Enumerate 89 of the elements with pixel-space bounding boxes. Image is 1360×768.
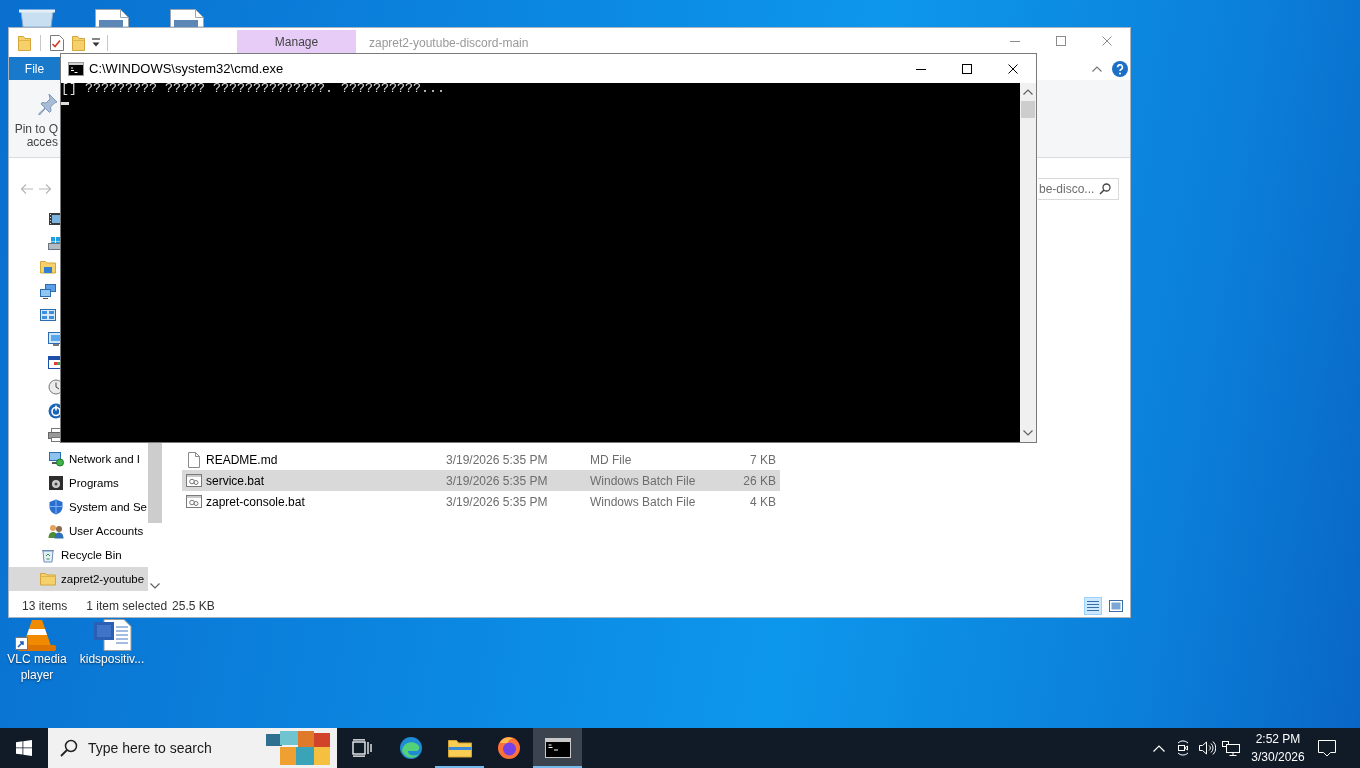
file-name: service.bat bbox=[206, 473, 266, 488]
swirl-icon bbox=[398, 736, 423, 760]
document-icon bbox=[186, 451, 202, 468]
close-icon bbox=[1102, 35, 1112, 46]
scrollbar[interactable] bbox=[1020, 83, 1036, 442]
rings-window-icon bbox=[186, 472, 202, 489]
desktop-icon-label[interactable]: kidspositiv... bbox=[77, 651, 147, 667]
folder-icon bbox=[40, 259, 56, 275]
manage-tab[interactable]: Manage bbox=[237, 30, 356, 53]
nav-item[interactable]: zapret2-youtube bbox=[9, 567, 148, 591]
terminal-icon bbox=[68, 61, 84, 76]
traffic-cone-icon[interactable] bbox=[15, 619, 59, 651]
help-icon[interactable] bbox=[1112, 60, 1128, 77]
window-title: zapret2-youtube-discord-main bbox=[369, 35, 529, 50]
file-date: 3/19/2026 5:35 PM bbox=[446, 473, 549, 488]
clock-time[interactable]: 2:52 PM bbox=[1255, 730, 1301, 748]
file-name: README.md bbox=[206, 452, 279, 467]
window-title: C:\WINDOWS\system32\cmd.exe bbox=[89, 61, 284, 76]
computers-icon bbox=[40, 283, 56, 299]
document-icon[interactable] bbox=[92, 619, 132, 651]
file-date: 3/19/2026 5:35 PM bbox=[446, 494, 549, 509]
maximize-icon bbox=[962, 63, 972, 74]
scrollbar-thumb[interactable] bbox=[1021, 101, 1035, 118]
search-icon bbox=[60, 739, 78, 757]
maximize-icon bbox=[1056, 35, 1066, 46]
camera-icon[interactable] bbox=[1175, 740, 1191, 756]
monitor-icon[interactable] bbox=[1222, 740, 1240, 756]
console-line: [] ????????? ????? ??????????????. ??????????... bbox=[61, 83, 445, 95]
pin-button[interactable]: Pin to Q acces bbox=[12, 80, 58, 149]
pushpin-icon bbox=[36, 93, 58, 115]
file-type: Windows Batch File bbox=[590, 494, 697, 509]
users-icon bbox=[48, 523, 64, 539]
disc-box-icon bbox=[48, 475, 64, 491]
file-type: Windows Batch File bbox=[590, 473, 697, 488]
file-size: 26 KB bbox=[742, 473, 776, 488]
file-size: 4 KB bbox=[749, 494, 776, 509]
file-type: MD File bbox=[590, 452, 633, 467]
speaker-icon[interactable] bbox=[1198, 740, 1216, 756]
nav-item[interactable]: Network and I bbox=[9, 447, 148, 471]
nav-item[interactable]: User Accounts bbox=[9, 519, 148, 543]
item-count: 13 items bbox=[22, 599, 68, 613]
search-field[interactable]: be-disco... bbox=[1038, 182, 1099, 196]
close-icon bbox=[1008, 63, 1018, 74]
monitor-globe-icon bbox=[48, 451, 64, 467]
selection-count: 1 item selected bbox=[86, 599, 168, 613]
dropdown-icon[interactable] bbox=[92, 37, 100, 48]
file-row[interactable]: README.md 3/19/2026 5:35 PM MD File 7 KB bbox=[182, 449, 780, 470]
task-view-icon bbox=[351, 739, 372, 757]
chevron-down-icon[interactable] bbox=[1023, 430, 1033, 436]
folder-icon bbox=[40, 571, 56, 587]
file-size: 7 KB bbox=[749, 452, 776, 467]
document-icon[interactable] bbox=[170, 9, 204, 27]
nav-item[interactable]: Recycle Bin bbox=[9, 543, 148, 567]
document-check-icon[interactable] bbox=[50, 34, 64, 51]
recycle-bin-icon[interactable] bbox=[18, 8, 56, 27]
scrollbar-thumb[interactable] bbox=[148, 443, 162, 523]
speech-bubble-icon[interactable] bbox=[1318, 739, 1336, 757]
file-date: 3/19/2026 5:35 PM bbox=[446, 452, 549, 467]
search-box[interactable]: Type here to search bbox=[48, 728, 337, 768]
chevron-down-icon[interactable] bbox=[150, 583, 160, 589]
folder-icon bbox=[447, 738, 472, 758]
file-tab[interactable]: File bbox=[9, 57, 60, 80]
search-field[interactable]: Type here to search bbox=[88, 740, 238, 756]
panel-grid-icon bbox=[40, 307, 56, 323]
drive-icon bbox=[48, 235, 60, 251]
file-name: zapret-console.bat bbox=[206, 494, 306, 509]
file-row[interactable]: zapret-console.bat 3/19/2026 5:35 PM Windows Batch File 4 KB bbox=[182, 491, 780, 512]
shield-icon bbox=[48, 499, 64, 515]
desktop-icon-label[interactable]: VLC media player bbox=[2, 651, 72, 683]
puzzle-pieces-icon[interactable] bbox=[266, 731, 330, 765]
search-icon bbox=[1099, 183, 1111, 195]
details-view-button[interactable] bbox=[1084, 597, 1102, 615]
selection-size: 25.5 KB bbox=[172, 599, 215, 613]
recycle-bin-icon bbox=[40, 547, 56, 563]
nav-item[interactable]: Programs bbox=[9, 471, 148, 495]
document-icon[interactable] bbox=[95, 9, 129, 27]
thumbnail-view-icon bbox=[1109, 599, 1123, 613]
globe-icon bbox=[496, 736, 521, 760]
rings-window-icon bbox=[186, 493, 202, 510]
terminal-icon bbox=[544, 738, 571, 758]
large-icons-view-button[interactable] bbox=[1107, 597, 1125, 615]
start-icon bbox=[16, 740, 32, 756]
list-view-icon bbox=[1086, 599, 1100, 613]
cursor-icon bbox=[61, 102, 69, 105]
taskbar-button[interactable] bbox=[533, 728, 582, 768]
file-row[interactable]: service.bat 3/19/2026 5:35 PM Windows Batch File 26 KB bbox=[182, 470, 780, 491]
clock-date[interactable]: 3/30/2026 bbox=[1251, 748, 1305, 766]
nav-item[interactable]: System and Se bbox=[9, 495, 148, 519]
search-box[interactable]: be-disco... bbox=[1038, 178, 1119, 200]
